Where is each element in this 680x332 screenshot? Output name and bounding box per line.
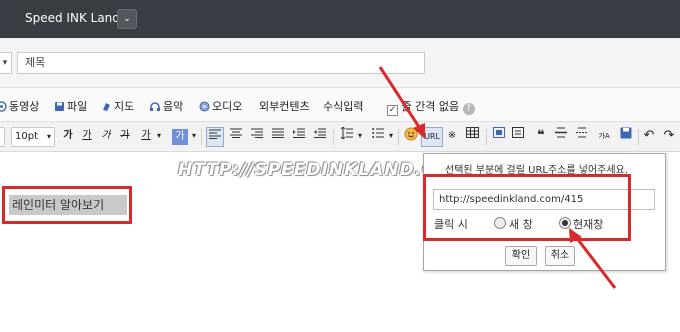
annotation-arrow-current-window [574,236,617,289]
annotation-arrow-url [378,66,423,131]
annotation-arrows [378,66,617,289]
